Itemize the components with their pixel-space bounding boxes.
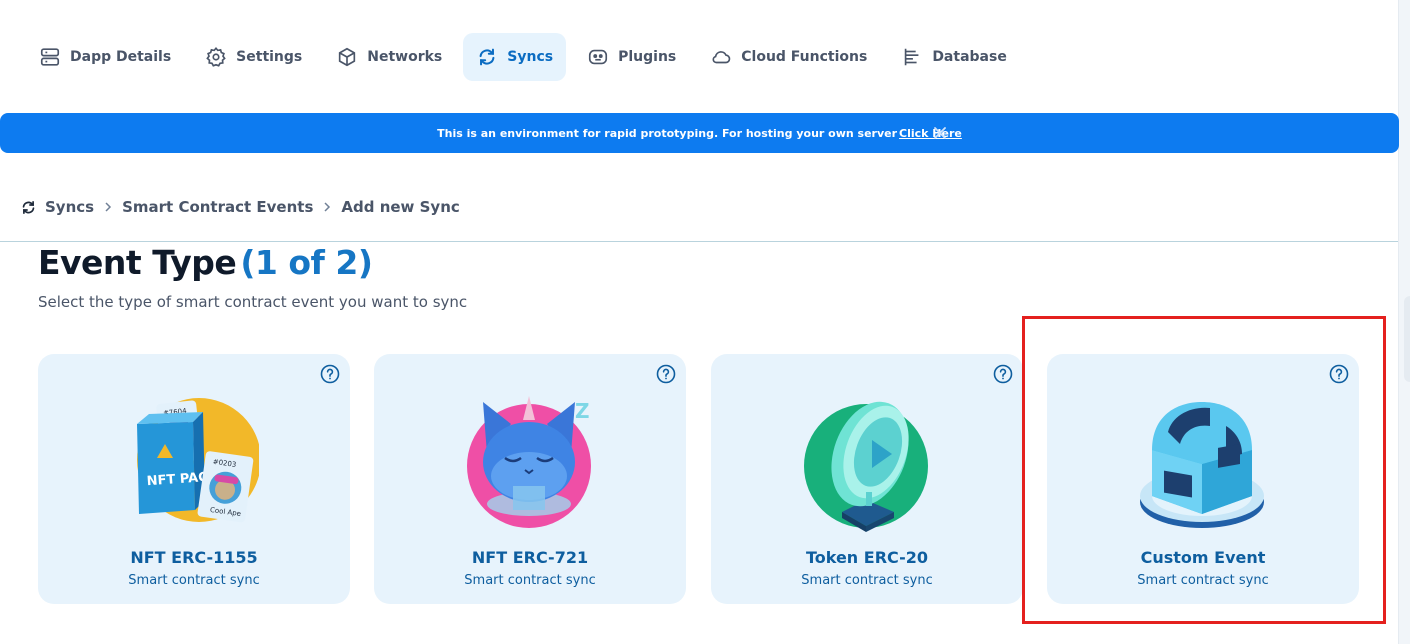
plugin-icon [589,49,608,65]
event-card-nft-erc1155[interactable]: #7604 NFT PACK #0203 Cool Ape NFT ERC-11… [38,354,350,604]
chevron-right-icon [324,202,331,212]
breadcrumb-syncs[interactable]: Syncs [45,198,94,216]
event-card-token-erc20[interactable]: Token ERC-20 Smart contract sync [711,354,1023,604]
sync-icon [22,200,35,214]
card-title: NFT ERC-1155 [130,548,258,567]
page: Dapp Details Settings Networks Syncs Plu… [0,0,1410,644]
divider [0,241,1398,242]
event-card-custom-event[interactable]: Custom Event Smart contract sync [1047,354,1359,604]
card-description: Smart contract sync [128,573,260,588]
help-icon[interactable] [656,364,676,384]
database-icon [905,48,919,66]
banner-link[interactable]: Click Here [899,127,962,140]
nav-database[interactable]: Database [888,33,1020,81]
cube-icon [339,47,356,67]
nav-label: Networks [367,49,443,65]
card-title: Custom Event [1140,548,1266,567]
card-description: Smart contract sync [801,573,933,588]
nav-dapp-details[interactable]: Dapp Details [26,33,184,81]
page-title: Event Type (1 of 2) [38,243,373,282]
help-icon[interactable] [320,364,340,384]
help-icon[interactable] [993,364,1013,384]
prototype-banner: This is an environment for rapid prototy… [0,113,1399,153]
nav-label: Syncs [507,49,554,65]
close-icon[interactable] [932,125,948,141]
card-title: NFT ERC-721 [471,548,589,567]
cloud-icon [712,51,731,64]
nav-networks[interactable]: Networks [323,33,455,81]
breadcrumb-current: Add new Sync [341,198,460,216]
nav-label: Settings [236,49,303,65]
nav-cloud-functions[interactable]: Cloud Functions [697,33,880,81]
side-panel-tab[interactable] [1404,296,1410,382]
z-label: Z [575,399,590,423]
nav-syncs[interactable]: Syncs [463,33,567,81]
token-coin-illustration [804,401,928,532]
nft-pack-illustration: #7604 NFT PACK #0203 Cool Ape [137,398,259,523]
step-indicator: (1 of 2) [240,243,373,282]
card-description: Smart contract sync [1137,573,1269,588]
custom-event-cube-illustration [1140,402,1264,528]
event-card-nft-erc721[interactable]: Z NFT ERC-721 Smart contract sync [374,354,686,604]
gear-icon [206,47,226,67]
nav-label: Database [932,49,1007,65]
sleeping-cat-illustration: Z [467,396,591,528]
card-title: Token ERC-20 [805,548,929,567]
title-text: Event Type [38,243,237,282]
banner-text: This is an environment for rapid prototy… [437,126,898,140]
breadcrumb: Syncs Smart Contract Events Add new Sync [20,198,460,216]
nav-label: Cloud Functions [741,49,868,65]
nav-label: Dapp Details [70,49,172,65]
server-icon [40,48,60,66]
page-subtitle: Select the type of smart contract event … [38,293,468,311]
chevron-right-icon [105,202,112,212]
help-icon[interactable] [1329,364,1349,384]
breadcrumb-smart-contract-events[interactable]: Smart Contract Events [122,198,313,216]
card-description: Smart contract sync [464,573,596,588]
nav-label: Plugins [618,49,677,65]
nav-settings[interactable]: Settings [192,33,315,81]
nav-plugins[interactable]: Plugins [574,33,689,81]
sync-icon [479,48,495,66]
top-nav: Dapp Details Settings Networks Syncs Plu… [26,33,1020,81]
